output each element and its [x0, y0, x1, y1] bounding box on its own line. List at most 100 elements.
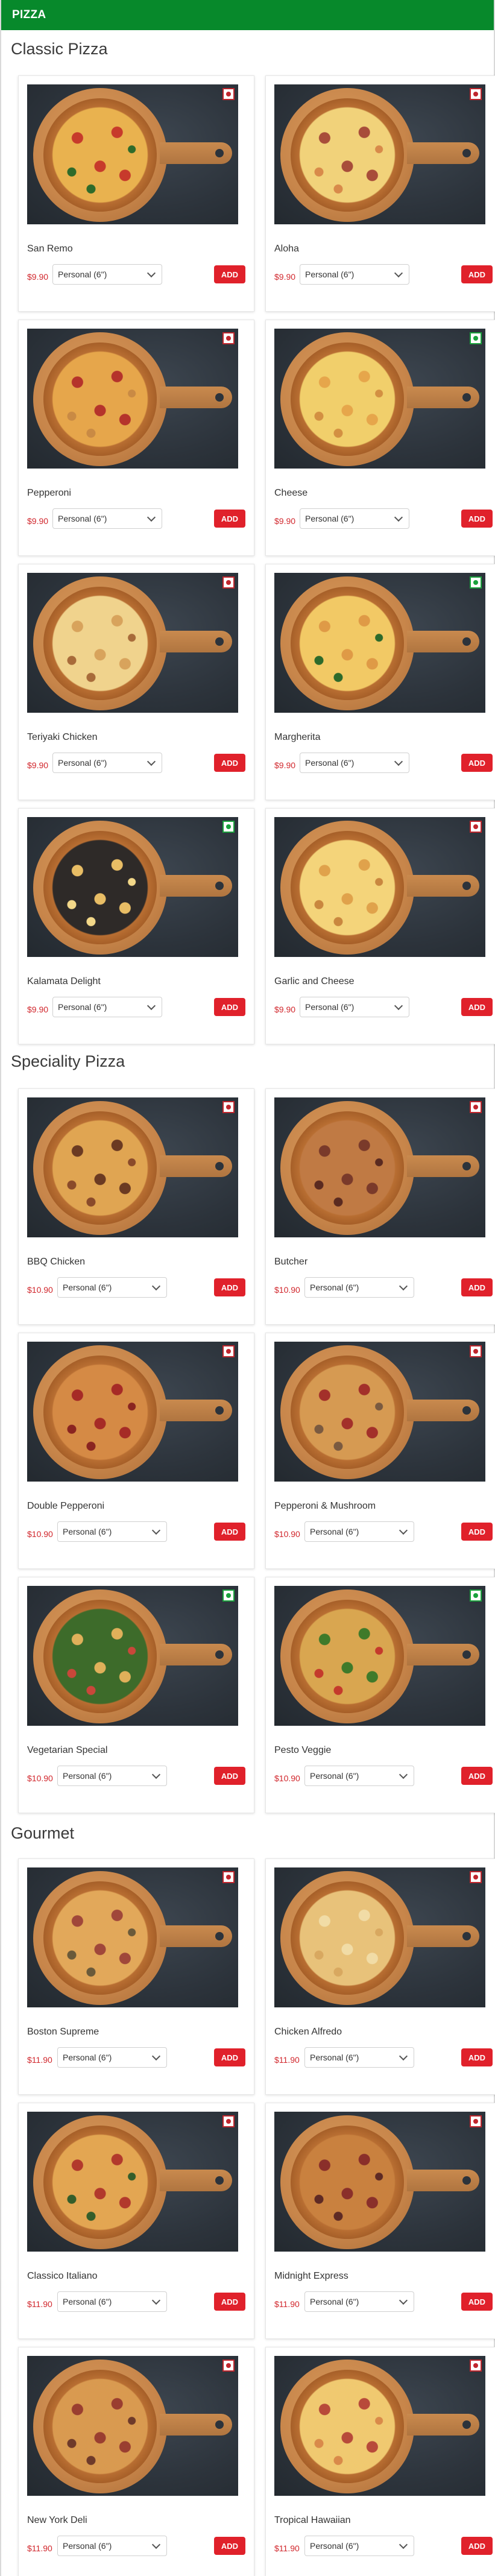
board-handle: [160, 2170, 232, 2191]
menu-item-card: Tropical Hawaiian $11.90 Personal (6") ADD: [265, 2347, 495, 2576]
pizza-photo[interactable]: [27, 573, 238, 713]
pizza-photo[interactable]: [27, 817, 238, 957]
add-to-cart-button[interactable]: ADD: [461, 510, 493, 528]
pizza-photo[interactable]: [274, 573, 485, 713]
non-veg-indicator-icon: [470, 88, 482, 100]
add-to-cart-button[interactable]: ADD: [214, 754, 245, 772]
size-select[interactable]: Personal (6"): [57, 1277, 167, 1298]
size-select[interactable]: Personal (6"): [300, 508, 409, 529]
board-handle: [160, 1644, 232, 1665]
item-price: $10.90: [274, 1773, 300, 1783]
board-handle: [160, 1400, 232, 1421]
board-handle: [407, 2170, 479, 2191]
board-handle: [407, 875, 479, 897]
pizza-image: [43, 98, 157, 212]
size-select[interactable]: Personal (6"): [304, 1277, 414, 1298]
veg-indicator-icon: [470, 332, 482, 344]
pizza-image: [291, 1356, 404, 1469]
size-select[interactable]: Personal (6"): [304, 2291, 414, 2312]
size-select[interactable]: Personal (6"): [57, 2291, 167, 2312]
pizza-photo[interactable]: [274, 1586, 485, 1726]
pizza-photo[interactable]: [274, 1867, 485, 2007]
add-to-cart-button[interactable]: ADD: [461, 265, 493, 283]
non-veg-indicator-icon: [222, 2115, 235, 2127]
size-select[interactable]: Personal (6"): [300, 997, 409, 1017]
non-veg-indicator-icon: [222, 1345, 235, 1357]
size-select[interactable]: Personal (6"): [57, 2047, 167, 2068]
size-select[interactable]: Personal (6"): [52, 753, 162, 773]
pizza-image: [291, 98, 404, 212]
pizza-image: [43, 1356, 157, 1469]
pizza-photo[interactable]: [274, 817, 485, 957]
pizza-photo[interactable]: [27, 1097, 238, 1237]
add-to-cart-button[interactable]: ADD: [214, 998, 245, 1016]
pizza-photo[interactable]: [27, 2112, 238, 2252]
menu-item-card: San Remo $9.90 Personal (6") ADD: [18, 75, 254, 312]
veg-indicator-icon: [222, 1589, 235, 1602]
chevron-down-icon: [394, 757, 403, 766]
add-to-cart-button[interactable]: ADD: [461, 1523, 493, 1541]
size-select[interactable]: Personal (6"): [52, 508, 162, 529]
pizza-photo[interactable]: [27, 84, 238, 224]
size-select[interactable]: Personal (6"): [52, 264, 162, 285]
pizza-photo[interactable]: [274, 329, 485, 469]
add-to-cart-button[interactable]: ADD: [214, 510, 245, 528]
add-to-cart-button[interactable]: ADD: [461, 2293, 493, 2311]
size-select-value: Personal (6"): [58, 270, 107, 279]
add-to-cart-button[interactable]: ADD: [214, 265, 245, 283]
add-to-cart-button[interactable]: ADD: [461, 1278, 493, 1296]
item-name: Aloha: [274, 244, 299, 254]
add-to-cart-button[interactable]: ADD: [214, 1523, 245, 1541]
item-price: $10.90: [27, 1285, 53, 1295]
add-to-cart-button[interactable]: ADD: [461, 2048, 493, 2066]
size-select[interactable]: Personal (6"): [57, 2536, 167, 2556]
pizza-image: [291, 1881, 404, 1995]
pizza-image: [291, 1600, 404, 1713]
size-select[interactable]: Personal (6"): [304, 1766, 414, 1786]
size-select[interactable]: Personal (6"): [304, 2047, 414, 2068]
board-handle: [407, 142, 479, 164]
add-to-cart-button[interactable]: ADD: [214, 2048, 245, 2066]
chevron-down-icon: [394, 1001, 403, 1011]
pizza-photo[interactable]: [27, 1342, 238, 1482]
item-name: San Remo: [27, 244, 73, 254]
chevron-down-icon: [151, 1770, 161, 1779]
add-to-cart-button[interactable]: ADD: [214, 2293, 245, 2311]
pizza-image: [43, 1881, 157, 1995]
item-price: $11.90: [274, 2055, 300, 2065]
pizza-photo[interactable]: [27, 1586, 238, 1726]
pizza-photo[interactable]: [274, 2356, 485, 2496]
section-title: Speciality Pizza: [11, 1052, 125, 1070]
add-to-cart-button[interactable]: ADD: [461, 1767, 493, 1785]
add-to-cart-button[interactable]: ADD: [214, 1278, 245, 1296]
menu-item-card: Pepperoni $9.90 Personal (6") ADD: [18, 320, 254, 556]
pizza-photo[interactable]: [274, 1342, 485, 1482]
pizza-photo[interactable]: [274, 84, 485, 224]
add-to-cart-button[interactable]: ADD: [214, 2537, 245, 2555]
size-select[interactable]: Personal (6"): [304, 2536, 414, 2556]
add-to-cart-button[interactable]: ADD: [214, 1767, 245, 1785]
size-select[interactable]: Personal (6"): [300, 264, 409, 285]
pizza-photo[interactable]: [274, 2112, 485, 2252]
pizza-photo[interactable]: [27, 329, 238, 469]
add-to-cart-button[interactable]: ADD: [461, 998, 493, 1016]
add-to-cart-button[interactable]: ADD: [461, 754, 493, 772]
size-select-value: Personal (6"): [58, 758, 107, 768]
size-select[interactable]: Personal (6"): [57, 1766, 167, 1786]
chevron-down-icon: [399, 1526, 408, 1535]
menu-item-card: Pepperoni & Mushroom $10.90 Personal (6") A…: [265, 1333, 495, 1569]
size-select[interactable]: Personal (6"): [300, 753, 409, 773]
board-handle: [407, 631, 479, 652]
size-select[interactable]: Personal (6"): [52, 997, 162, 1017]
item-price: $9.90: [27, 1005, 49, 1014]
add-to-cart-button[interactable]: ADD: [461, 2537, 493, 2555]
item-price: $11.90: [27, 2299, 52, 2309]
size-select[interactable]: Personal (6"): [304, 1521, 414, 1542]
pizza-photo[interactable]: [27, 2356, 238, 2496]
pizza-photo[interactable]: [274, 1097, 485, 1237]
pizza-photo[interactable]: [27, 1867, 238, 2007]
item-price: $11.90: [274, 2299, 300, 2309]
size-select[interactable]: Personal (6"): [57, 1521, 167, 1542]
menu-item-card: Garlic and Cheese $9.90 Personal (6") ADD: [265, 808, 495, 1044]
veg-indicator-icon: [470, 576, 482, 589]
